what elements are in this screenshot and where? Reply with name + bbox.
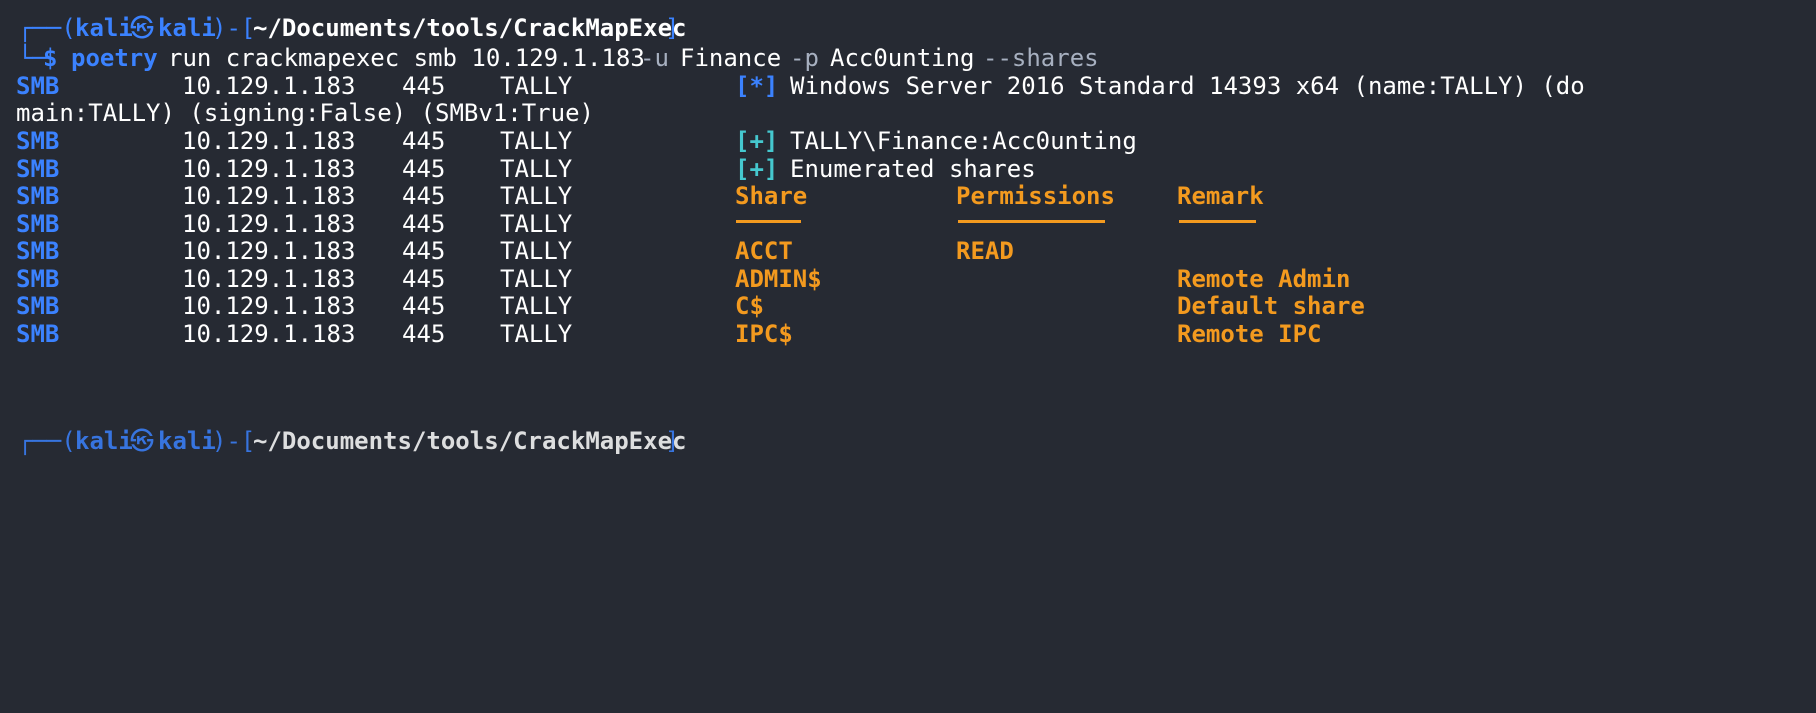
- prompt-user: kali: [75, 14, 133, 42]
- prompt-separator: )-[: [212, 14, 256, 42]
- prompt-at-symbol: ㉿: [130, 14, 154, 42]
- info-bracket: [*]: [735, 72, 779, 100]
- prompt-frame-top: ┌──(: [18, 427, 76, 455]
- header-share: Share: [735, 182, 808, 210]
- prompt-path: ~/Documents/tools/CrackMapExec: [253, 427, 687, 455]
- info-message: Windows Server 2016 Standard 14393 x64 (…: [790, 72, 1585, 100]
- prompt-path: ~/Documents/tools/CrackMapExec: [253, 14, 687, 42]
- prompt-frame-top: ┌──(: [18, 14, 76, 42]
- prompt-path-end: ]: [665, 427, 680, 455]
- hostname: TALLY: [500, 320, 573, 348]
- command-name: poetry: [71, 44, 158, 72]
- prompt-at-symbol: ㉿: [130, 427, 154, 455]
- header-remark: Remark: [1177, 182, 1264, 210]
- flag-u: -u: [640, 44, 669, 72]
- port: 445: [402, 320, 446, 348]
- share-name: IPC$: [735, 320, 793, 348]
- prompt-separator: )-[: [212, 427, 256, 455]
- prompt-path-end: ]: [665, 14, 680, 42]
- ip-address: 10.129.1.183: [182, 320, 356, 348]
- prompt-header-line: ┌──( kali ㉿ kali )-[ ~/Documents/tools/C…: [0, 12, 686, 44]
- prompt-user: kali: [75, 427, 133, 455]
- header-permissions: Permissions: [956, 182, 1115, 210]
- prompt-host: kali: [158, 427, 216, 455]
- underline-share: [736, 220, 801, 223]
- proto-label: SMB: [16, 320, 60, 348]
- terminal-window[interactable]: ┌──( kali ㉿ kali )-[ ~/Documents/tools/C…: [0, 0, 1816, 455]
- share-row: SMB 10.129.1.183 445 TALLY IPC$ Remote I…: [0, 318, 1322, 350]
- underline-permissions: [958, 220, 1105, 223]
- share-permissions: READ: [956, 237, 1014, 265]
- underline-remark: [1179, 220, 1256, 223]
- prompt-host: kali: [158, 14, 216, 42]
- share-remark: Remote IPC: [1177, 320, 1322, 348]
- next-prompt-line: ┌──( kali ㉿ kali )-[ ~/Documents/tools/C…: [0, 425, 686, 457]
